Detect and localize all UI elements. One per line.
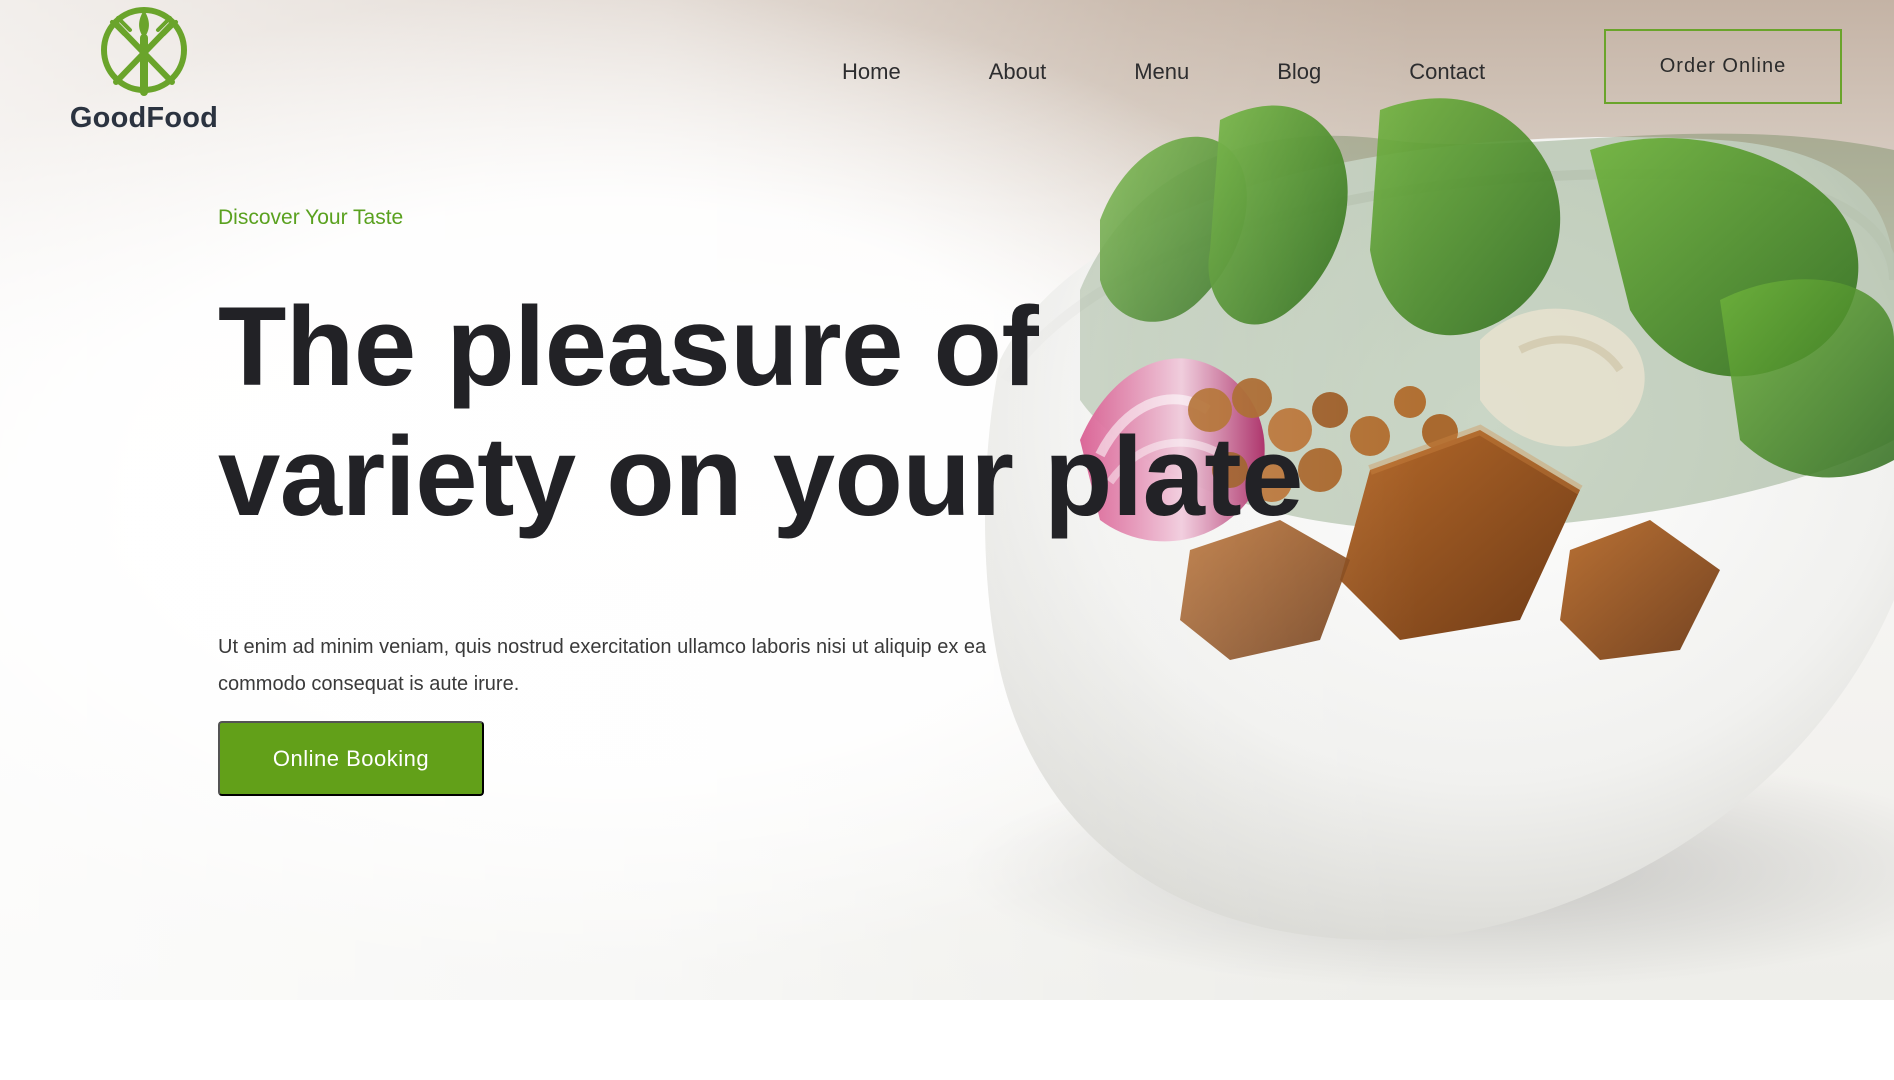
brand-logo[interactable]: GoodFood [64,0,224,140]
hero-eyebrow: Discover Your Taste [218,206,404,229]
hero-body-copy: Ut enim ad minim veniam, quis nostrud ex… [218,636,987,695]
order-online-button[interactable]: Order Online [1604,29,1842,104]
nav-menu[interactable]: Menu [1134,59,1189,85]
online-booking-button[interactable]: Online Booking [218,721,484,796]
hero-headline-line2: variety on your plate [218,414,1303,539]
logo-mark-icon [101,7,187,96]
nav-blog[interactable]: Blog [1277,59,1321,85]
page: GoodFood Home About Menu Blog Contact Or… [0,0,1894,1080]
hero-headline: The pleasure of variety on your plate [218,282,1398,542]
hero-headline-line1: The pleasure of [218,284,1039,409]
main-nav: Home About Menu Blog Contact [842,55,1485,89]
nav-home[interactable]: Home [842,59,901,85]
nav-contact[interactable]: Contact [1409,59,1485,85]
logo-text: GoodFood [69,102,219,134]
nav-about[interactable]: About [989,59,1047,85]
section-divider [0,1000,1894,1080]
